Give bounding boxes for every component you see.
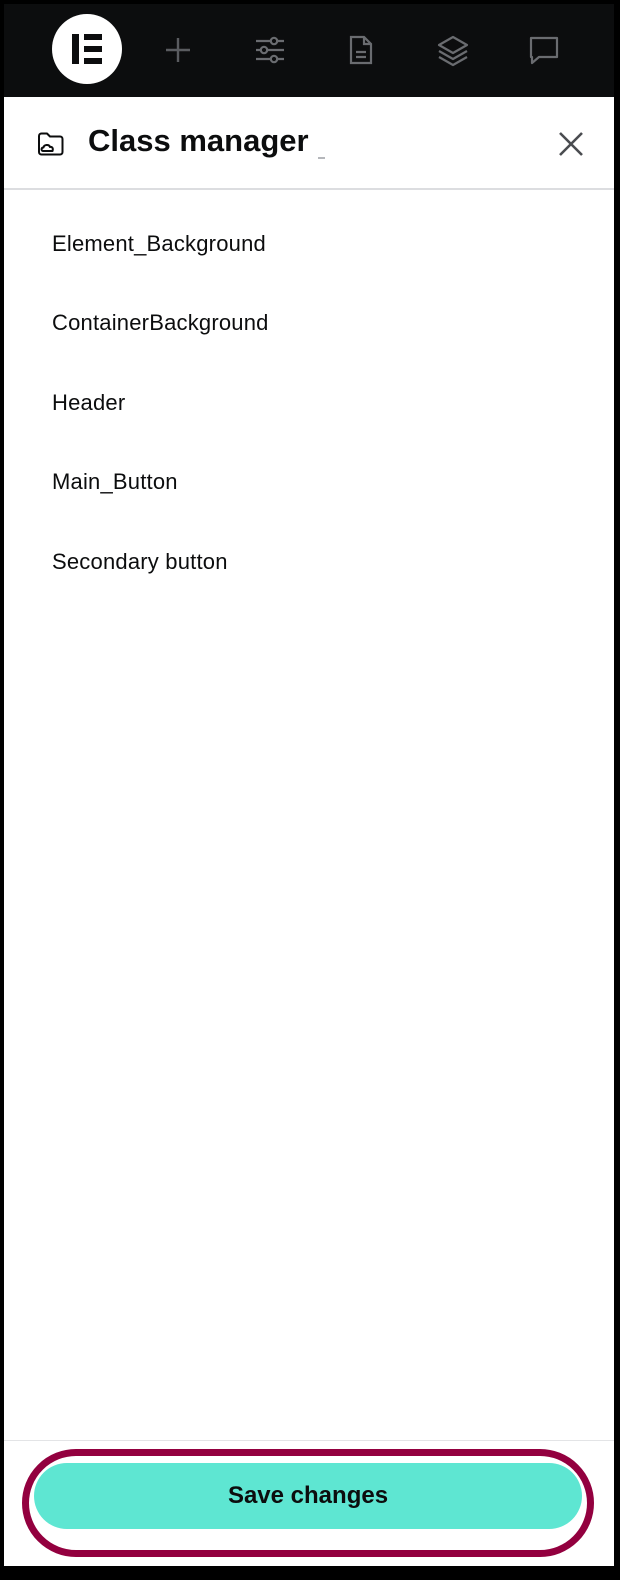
class-item-secondary-button[interactable]: Secondary button: [4, 522, 614, 602]
document-icon[interactable]: [341, 30, 381, 70]
class-item-element-background[interactable]: Element_Background: [4, 204, 614, 284]
close-button[interactable]: [554, 127, 588, 161]
chat-icon[interactable]: [524, 30, 564, 70]
class-item-container-background[interactable]: ContainerBackground: [4, 284, 614, 364]
editor-topbar: [4, 4, 614, 97]
class-manager-panel: Class manager Element_Background Contain…: [4, 4, 614, 1570]
layers-icon[interactable]: [433, 30, 473, 70]
class-item-header[interactable]: Header: [4, 363, 614, 443]
save-changes-button[interactable]: Save changes: [34, 1463, 582, 1529]
class-item-main-button[interactable]: Main_Button: [4, 443, 614, 523]
class-list: Element_Background ContainerBackground H…: [4, 204, 614, 602]
close-icon: [559, 132, 583, 156]
plus-icon[interactable]: [158, 30, 198, 70]
panel-footer: Save changes: [4, 1440, 614, 1570]
page-title: Class manager: [88, 123, 309, 158]
text-cursor: [318, 157, 325, 159]
folder-cloud-icon: [36, 129, 66, 159]
frame-bottom-edge: [0, 1566, 620, 1580]
window-frame: Class manager Element_Background Contain…: [0, 0, 620, 1580]
elementor-logo-icon[interactable]: [52, 14, 122, 84]
sliders-icon[interactable]: [250, 30, 290, 70]
panel-header: Class manager: [4, 97, 614, 190]
